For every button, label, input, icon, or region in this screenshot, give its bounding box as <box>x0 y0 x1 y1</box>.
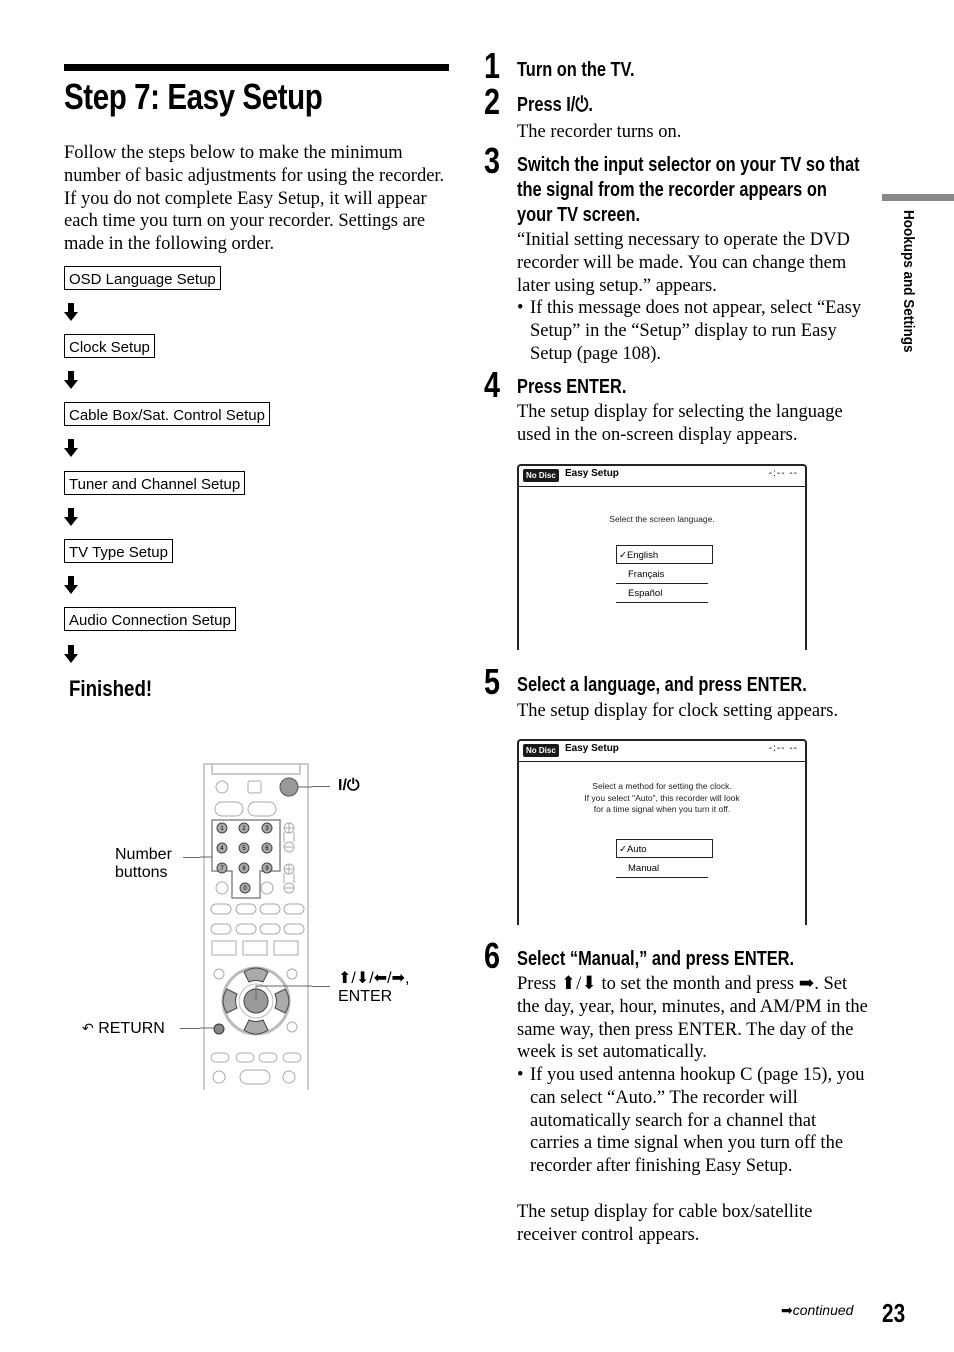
step-after-text: The setup display for cable box/satellit… <box>517 1202 813 1245</box>
section-tab-label: Hookups and Settings <box>900 210 917 353</box>
return-button <box>213 1023 225 1035</box>
osd-clock-screen: No Disc Easy Setup -:-- -- Select a meth… <box>517 739 807 925</box>
osd-header: No Disc Easy Setup -:-- -- <box>519 741 805 762</box>
step-heading: Select “Manual,” and press ENTER. <box>517 948 795 970</box>
page-title: Step 7: Easy Setup <box>64 76 323 117</box>
osd-option-manual[interactable]: Manual <box>616 859 708 878</box>
osd-message: Select a method for setting the clock. I… <box>519 781 805 816</box>
flow-step-cable-box: Cable Box/Sat. Control Setup <box>64 402 270 426</box>
flow-step-audio: Audio Connection Setup <box>64 607 236 631</box>
step-body: The setup display for clock setting appe… <box>517 701 839 721</box>
step-body: The recorder turns on. <box>517 122 682 142</box>
osd-message: Select the screen language. <box>609 514 715 524</box>
flow-step-tv-type: TV Type Setup <box>64 539 173 563</box>
step-number: 4 <box>484 364 501 405</box>
power-callout: I/⏻ <box>338 777 360 794</box>
callout-line <box>180 1028 200 1029</box>
flow-step-tuner: Tuner and Channel Setup <box>64 471 246 495</box>
down-arrow-icon <box>64 576 78 594</box>
number-buttons-callout: Number buttons <box>115 846 172 882</box>
osd-language-screen: No Disc Easy Setup -:-- -- Select the sc… <box>517 464 807 650</box>
step-number: 6 <box>484 935 501 976</box>
step-bullet: • If this message does not appear, select… <box>517 297 867 365</box>
option-label: English <box>626 550 659 561</box>
callout-line <box>183 857 200 858</box>
callout-line <box>312 786 330 787</box>
callout-line-2: ENTER <box>338 988 393 1005</box>
step-body: “Initial setting necessary to operate th… <box>517 230 850 296</box>
step-number: 1 <box>484 45 501 86</box>
flow-step-osd-language: OSD Language Setup <box>64 266 221 290</box>
step-number: 2 <box>484 81 501 122</box>
power-button <box>279 777 299 797</box>
continued-label: continued <box>792 1302 854 1318</box>
step-heading: Press ENTER. <box>517 376 627 398</box>
down-arrow-icon <box>64 303 78 321</box>
callout-line <box>312 986 330 987</box>
flow-step-clock: Clock Setup <box>64 334 155 358</box>
arrows-enter-callout: ⬆/⬇/⬅/➡, ENTER <box>338 970 409 1006</box>
callout-line-1: ⬆/⬇/⬅/➡, <box>338 970 410 987</box>
title-rule <box>64 64 449 71</box>
step-heading: the signal from the recorder appears on <box>517 179 827 201</box>
osd-message-line: Select a method for setting the clock. <box>592 781 732 791</box>
down-arrow-icon <box>64 645 78 663</box>
step-heading: your TV screen. <box>517 204 641 226</box>
bullet-dot: • <box>517 298 524 318</box>
down-arrow-icon <box>64 371 78 389</box>
check-icon: ✓ <box>619 844 627 855</box>
down-arrow-icon <box>64 439 78 457</box>
eject-button <box>215 780 229 794</box>
step-bullet: • If you used antenna hookup C (page 15),… <box>517 1064 867 1178</box>
step-heading: Press I/⏻. <box>517 94 593 116</box>
osd-header: No Disc Easy Setup -:-- -- <box>519 466 805 487</box>
return-label: RETURN <box>98 1020 165 1037</box>
osd-message-line: If you select "Auto", this recorder will… <box>584 792 740 803</box>
callout-line-2: buttons <box>115 864 168 881</box>
continued-note: ➡continued <box>781 1302 853 1319</box>
no-disc-badge: No Disc <box>523 744 559 757</box>
step-body: Press ⬆/⬇ to set the month and press ➡. … <box>517 974 868 1063</box>
page-number: 23 <box>882 1298 906 1328</box>
right-arrow-icon: ➡ <box>781 1302 793 1318</box>
callout-line-1: Number <box>115 846 172 863</box>
osd-option-espanol[interactable]: Español <box>616 584 708 603</box>
return-callout: ↶ RETURN <box>82 1019 165 1038</box>
return-icon: ↶ <box>82 1020 94 1036</box>
down-arrow-icon <box>64 508 78 526</box>
osd-message-line: for a time signal when you turn it off. <box>593 804 731 814</box>
bullet-dot: • <box>517 1065 524 1085</box>
option-label: Auto <box>626 844 647 855</box>
osd-clock: -:-- -- <box>768 743 798 754</box>
osd-option-auto[interactable]: ✓Auto <box>616 839 713 858</box>
step-heading: Select a language, and press ENTER. <box>517 674 807 696</box>
step-body: The setup display for selecting the lang… <box>517 402 843 445</box>
step-number: 5 <box>484 661 501 702</box>
remote-control-illustration: 123 456 789 0 <box>200 763 312 1090</box>
osd-option-francais[interactable]: Français <box>616 565 708 584</box>
finished-label: Finished! <box>69 676 153 701</box>
step-number: 3 <box>484 140 501 181</box>
section-tab-bar <box>882 194 954 201</box>
osd-clock: -:-- -- <box>768 468 798 479</box>
bullet-text: If this message does not appear, select … <box>530 298 862 364</box>
no-disc-badge: No Disc <box>523 469 559 482</box>
bullet-text: If you used antenna hookup C (page 15), … <box>530 1065 865 1177</box>
osd-title: Easy Setup <box>565 743 619 754</box>
check-icon: ✓ <box>619 550 627 561</box>
step-heading: Turn on the TV. <box>517 59 635 81</box>
osd-option-english[interactable]: ✓English <box>616 545 713 564</box>
intro-paragraph: Follow the steps below to make the minim… <box>64 143 445 255</box>
osd-title: Easy Setup <box>565 468 619 479</box>
step-heading: Switch the input selector on your TV so … <box>517 154 860 176</box>
